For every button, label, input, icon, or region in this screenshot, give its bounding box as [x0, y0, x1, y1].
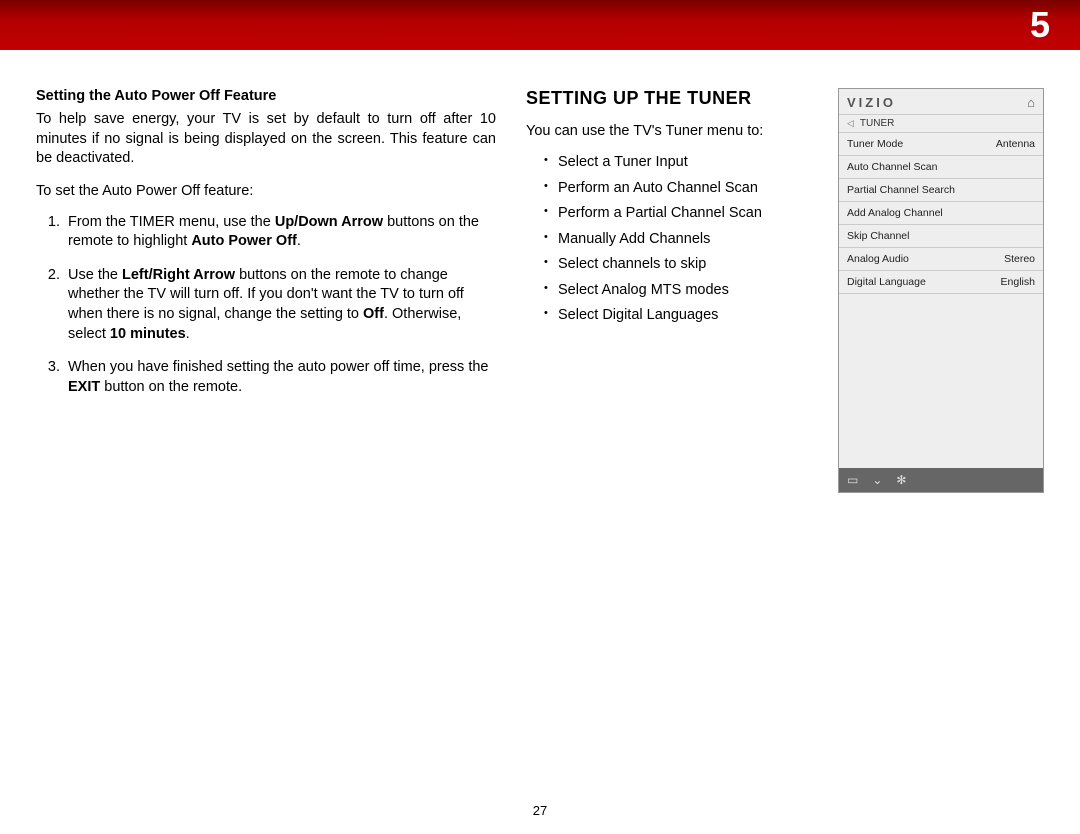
- brand-label: VIZIO: [847, 95, 896, 110]
- list-item: Perform an Auto Channel Scan: [544, 179, 820, 199]
- breadcrumb-label: TUNER: [860, 118, 894, 129]
- left-column: Setting the Auto Power Off Feature To he…: [36, 88, 526, 834]
- step-1: From the TIMER menu, use the Up/Down Arr…: [64, 213, 496, 252]
- gear-icon: ✻: [896, 473, 906, 487]
- chapter-band: 5: [0, 0, 1080, 50]
- list-item: Select Analog MTS modes: [544, 281, 820, 301]
- tuner-menu-panel: VIZIO ⌂ ◁ TUNER Tuner Mode Antenna Auto …: [838, 88, 1044, 834]
- list-item: Select Digital Languages: [544, 306, 820, 326]
- step-3: When you have finished setting the auto …: [64, 358, 496, 397]
- auto-power-off-heading: Setting the Auto Power Off Feature: [36, 88, 496, 104]
- menu-row-skip-channel: Skip Channel: [839, 225, 1043, 248]
- panel-header: VIZIO ⌂: [839, 89, 1043, 115]
- menu-row-add-analog: Add Analog Channel: [839, 202, 1043, 225]
- menu-row-auto-scan: Auto Channel Scan: [839, 156, 1043, 179]
- panel-footer: ▭ ⌄ ✻: [839, 468, 1043, 492]
- menu-row-tuner-mode: Tuner Mode Antenna: [839, 133, 1043, 156]
- list-item: Perform a Partial Channel Scan: [544, 204, 820, 224]
- panel-breadcrumb: ◁ TUNER: [839, 115, 1043, 133]
- chapter-number: 5: [1030, 4, 1050, 46]
- right-column-text: SETTING UP THE TUNER You can use the TV'…: [526, 88, 838, 834]
- steps-list: From the TIMER menu, use the Up/Down Arr…: [36, 213, 496, 398]
- step-2: Use the Left/Right Arrow buttons on the …: [64, 266, 496, 344]
- back-triangle-icon: ◁: [847, 118, 854, 129]
- list-item: Select channels to skip: [544, 255, 820, 275]
- menu-row-digital-language: Digital Language English: [839, 271, 1043, 294]
- menu-row-analog-audio: Analog Audio Stereo: [839, 248, 1043, 271]
- list-item: Manually Add Channels: [544, 230, 820, 250]
- list-item: Select a Tuner Input: [544, 153, 820, 173]
- page-number: 27: [0, 803, 1080, 818]
- panel-empty-area: [839, 294, 1043, 468]
- chevron-down-icon: ⌄: [872, 473, 882, 487]
- tuner-bullet-list: Select a Tuner Input Perform an Auto Cha…: [526, 153, 820, 326]
- wide-icon: ▭: [847, 473, 858, 487]
- tuner-intro: You can use the TV's Tuner menu to:: [526, 123, 820, 139]
- tuner-section-title: SETTING UP THE TUNER: [526, 88, 820, 109]
- menu-row-partial-search: Partial Channel Search: [839, 179, 1043, 202]
- auto-power-off-leadin: To set the Auto Power Off feature:: [36, 183, 496, 199]
- home-icon: ⌂: [1027, 95, 1035, 110]
- auto-power-off-intro: To help save energy, your TV is set by d…: [36, 110, 496, 169]
